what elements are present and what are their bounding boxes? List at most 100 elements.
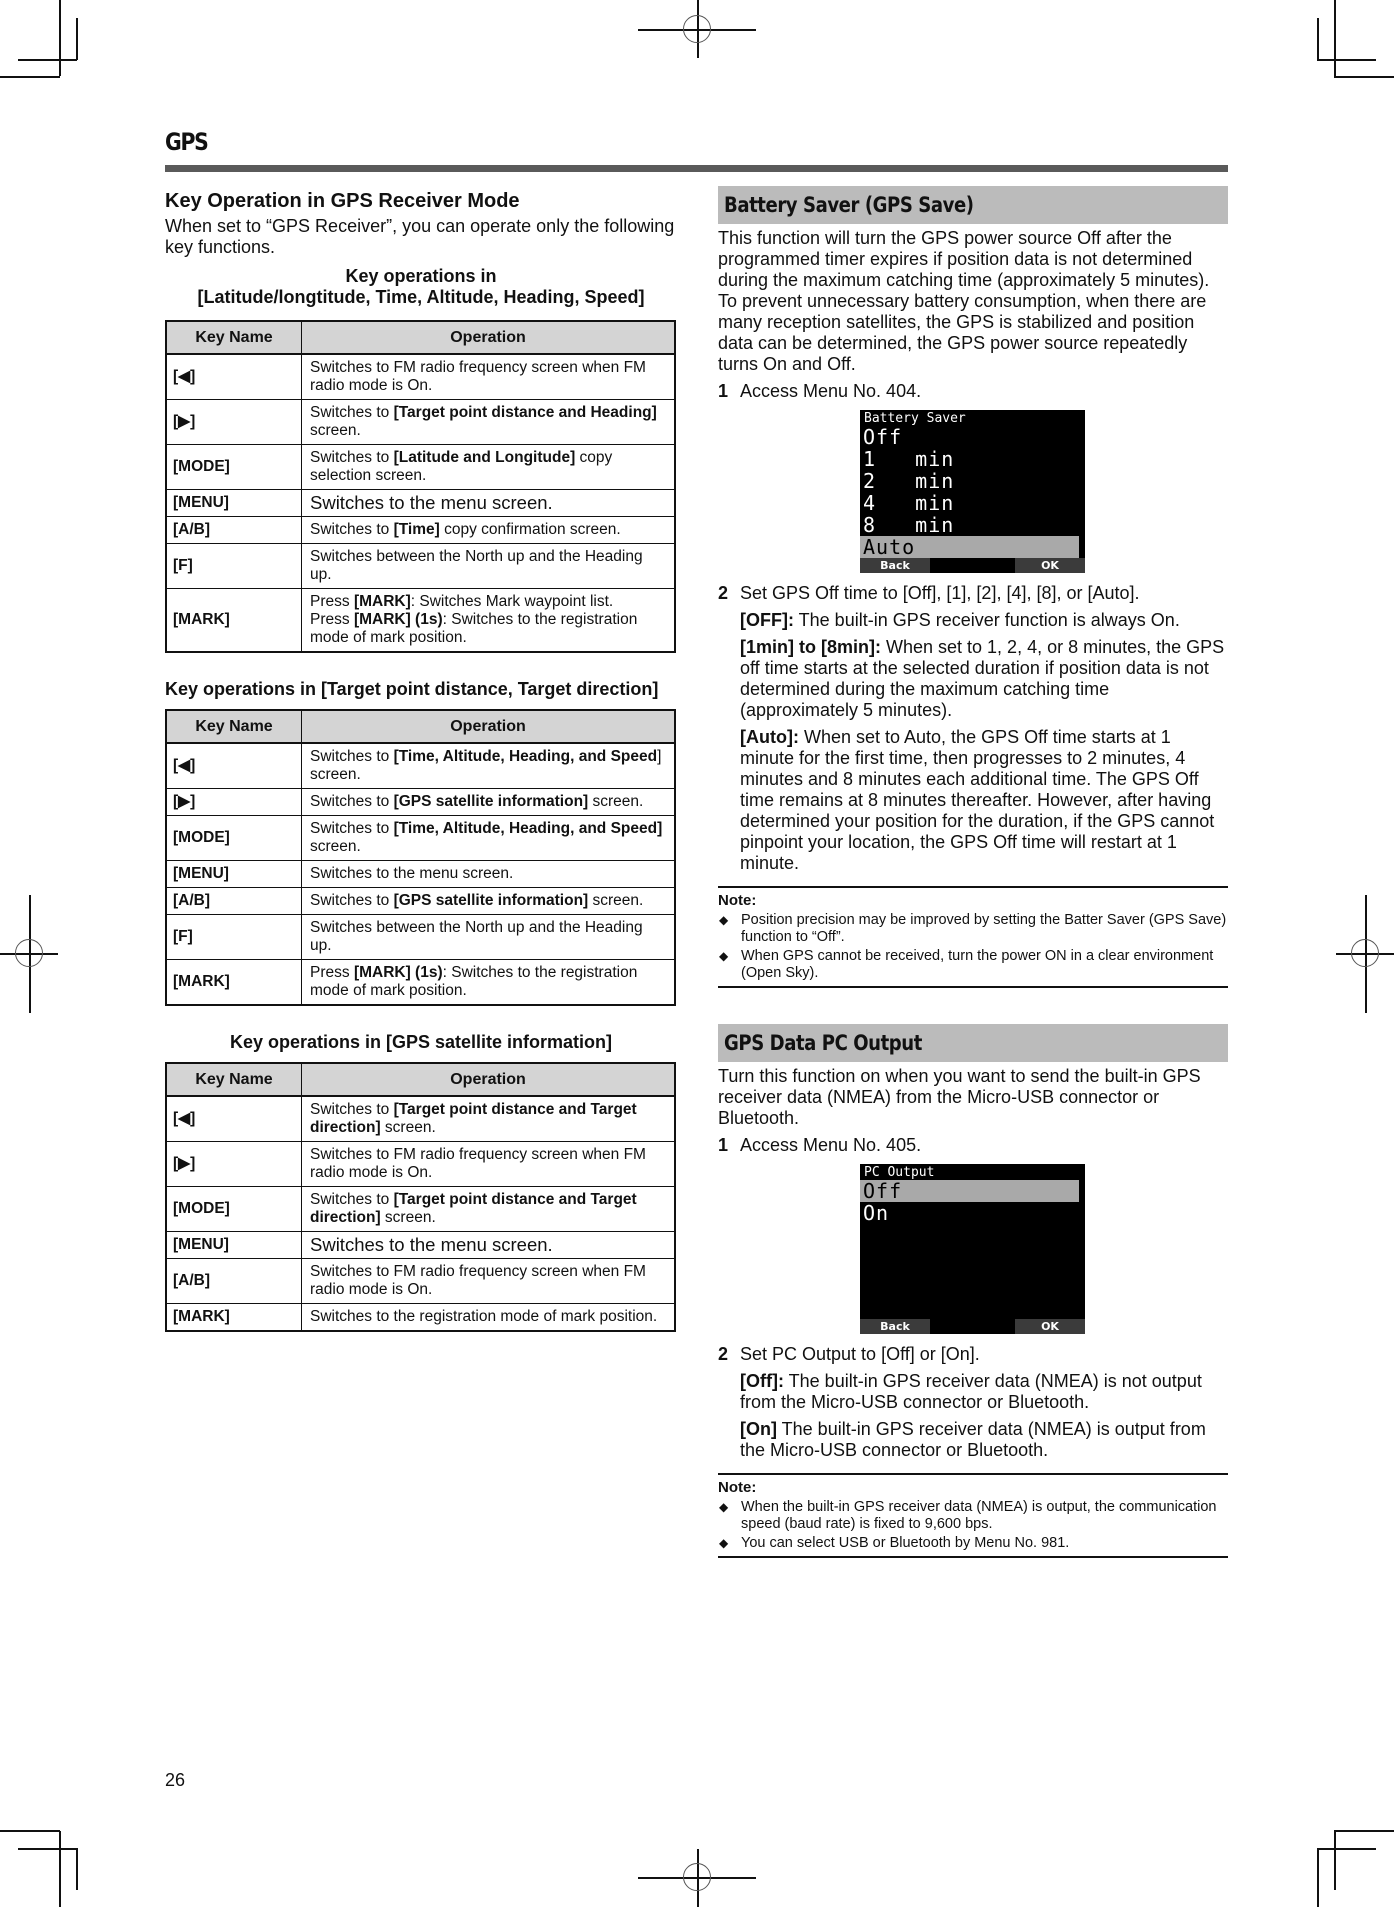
- operation-text: Switches to the menu screen.: [310, 492, 553, 513]
- table-row: [▶] Switches to FM radio frequency screen…: [165, 1141, 676, 1187]
- option-label: [Auto]:: [740, 727, 799, 747]
- operation-cell: Switches to the registration mode of mar…: [301, 1303, 676, 1332]
- diamond-bullet-icon: ◆: [719, 1500, 729, 1514]
- operation-text: Switches to: [310, 449, 394, 466]
- operation-text: Switches to: [310, 404, 394, 421]
- operation-cell: Switches to [Time] copy confirmation scr…: [301, 516, 676, 544]
- option-list: [OFF]: The built-in GPS receiver functio…: [718, 610, 1228, 874]
- option-text: The built-in GPS receiver function is al…: [793, 610, 1180, 630]
- table-caption-line: [Latitude/longtitude, Time, Altitude, He…: [197, 287, 645, 307]
- key-name-cell: [MARK]: [165, 588, 302, 653]
- section-heading: Key Operation in GPS Receiver Mode: [165, 190, 520, 212]
- operation-text: copy confirmation screen.: [439, 521, 621, 538]
- operation-text: Switches to: [310, 892, 394, 909]
- option-label: [Off]:: [740, 1371, 784, 1391]
- diamond-bullet-icon: ◆: [719, 913, 729, 927]
- section-header: GPS Data PC Output: [718, 1024, 1228, 1062]
- lcd-ok-softkey: OK: [1015, 558, 1085, 573]
- lcd-softkeys: Back OK: [860, 558, 1085, 573]
- lcd-menu-item: 1 min: [863, 447, 955, 471]
- key-name-cell: [MENU]: [165, 860, 302, 888]
- step-1: 1 Access Menu No. 405.: [718, 1135, 1228, 1156]
- table-row: [MARK] Press [MARK] (1s): Switches to the…: [165, 959, 676, 1006]
- pc-output-section: GPS Data PC Output Turn this function on…: [718, 1024, 1228, 1558]
- note-list: ◆ Position precision may be improved by s…: [718, 912, 1228, 982]
- step-number: 2: [718, 583, 729, 603]
- key-name-cell: [▶]: [165, 399, 302, 445]
- table-header-row: Key Name Operation: [165, 1062, 676, 1097]
- operation-text: Switches between the North up and the He…: [310, 548, 643, 583]
- table-row: [▶] Switches to [Target point distance an…: [165, 399, 676, 445]
- operation-text: Press: [310, 611, 354, 628]
- column-header-key: Key Name: [165, 709, 302, 744]
- key-operations-table: Key Name Operation [◀] Switches to FM rad…: [165, 320, 676, 653]
- table-caption: Key operations in [Latitude/longtitude, …: [165, 266, 677, 308]
- operation-text: Press: [310, 964, 354, 981]
- key-operations-table: Key Name Operation [◀] Switches to [Time,…: [165, 709, 676, 1006]
- table-caption-line: Key operations in: [345, 266, 497, 286]
- table-row: [MENU] Switches to the menu screen.: [165, 489, 676, 517]
- lcd-menu-item: 8 min: [863, 513, 955, 537]
- column-header-key: Key Name: [165, 1062, 302, 1097]
- operation-cell: Switches between the North up and the He…: [301, 914, 676, 960]
- table-header-row: Key Name Operation: [165, 709, 676, 744]
- operation-text: Switches to the menu screen.: [310, 1234, 553, 1255]
- operation-emphasis: [GPS satellite information]: [393, 793, 589, 810]
- operation-text: screen.: [310, 422, 361, 439]
- operation-text: Switches to FM radio frequency screen wh…: [310, 1263, 646, 1298]
- operation-text: screen.: [380, 1119, 436, 1136]
- key-name-cell: [◀]: [165, 353, 302, 400]
- step-text: Set GPS Off time to [Off], [1], [2], [4]…: [740, 583, 1140, 603]
- table-row: [◀] Switches to [Target point distance an…: [165, 1095, 676, 1142]
- note-box: Note: ◆ Position precision may be improve…: [718, 886, 1228, 988]
- operation-cell: Switches to the menu screen.: [301, 489, 676, 517]
- operation-cell: Switches to FM radio frequency screen wh…: [301, 1258, 676, 1304]
- note-box: Note: ◆ When the built-in GPS receiver da…: [718, 1473, 1228, 1558]
- table-row: [MARK] Switches to the registration mode …: [165, 1303, 676, 1332]
- lcd-menu-item: 2 min: [863, 469, 955, 493]
- operation-text: Switches to: [310, 1191, 394, 1208]
- lcd-back-softkey: Back: [860, 1319, 930, 1334]
- operation-text: Switches to FM radio frequency screen wh…: [310, 1146, 646, 1181]
- key-name-cell: [MODE]: [165, 444, 302, 490]
- table-row: [A/B] Switches to FM radio frequency scre…: [165, 1258, 676, 1304]
- right-column: Battery Saver (GPS Save) This function w…: [718, 186, 1228, 1558]
- table-header-row: Key Name Operation: [165, 320, 676, 355]
- note-title: Note:: [718, 1479, 757, 1496]
- operation-emphasis: [GPS satellite information]: [393, 892, 589, 909]
- operation-cell: Switches to FM radio frequency screen wh…: [301, 1141, 676, 1187]
- operation-emphasis: [MARK] (1s): [353, 611, 443, 628]
- option-description: [On] The built-in GPS receiver data (NME…: [740, 1419, 1228, 1461]
- operation-emphasis: [Time]: [393, 521, 440, 538]
- operation-text: Switches to: [310, 793, 394, 810]
- operation-cell: Switches to FM radio frequency screen wh…: [301, 353, 676, 400]
- diamond-bullet-icon: ◆: [719, 949, 729, 963]
- step-text: Access Menu No. 404.: [740, 381, 922, 401]
- column-header-operation: Operation: [301, 320, 676, 355]
- column-header-key: Key Name: [165, 320, 302, 355]
- key-name-cell: [▶]: [165, 1141, 302, 1187]
- key-name-cell: [F]: [165, 543, 302, 589]
- step-2: 2 Set GPS Off time to [Off], [1], [2], […: [718, 583, 1228, 604]
- table-row: [F] Switches between the North up and the…: [165, 914, 676, 960]
- operation-emphasis: [Target point distance and Heading]: [393, 404, 657, 421]
- table-row: [MENU] Switches to the menu screen.: [165, 1231, 676, 1259]
- operation-emphasis: [Time, Altitude, Heading, and Speed]: [393, 820, 663, 837]
- lcd-menu-item: 4 min: [863, 491, 955, 515]
- step-text: Set PC Output to [Off] or [On].: [740, 1344, 980, 1364]
- table-row: [MODE] Switches to [Target point distance…: [165, 1186, 676, 1232]
- key-name-cell: [◀]: [165, 1095, 302, 1142]
- lcd-softkeys: Back OK: [860, 1319, 1085, 1334]
- note-item: ◆ You can select USB or Bluetooth by Menu…: [718, 1535, 1228, 1552]
- operation-cell: Switches to [Latitude and Longitude] cop…: [301, 444, 676, 490]
- chapter-divider: [165, 165, 1228, 172]
- table-row: [A/B] Switches to [GPS satellite informat…: [165, 887, 676, 915]
- operation-cell: Switches between the North up and the He…: [301, 543, 676, 589]
- option-description: [Off]: The built-in GPS receiver data (N…: [740, 1371, 1228, 1413]
- key-name-cell: [MENU]: [165, 1231, 302, 1259]
- operation-cell: Switches to the menu screen.: [301, 860, 676, 888]
- battery-saver-section: Battery Saver (GPS Save) This function w…: [718, 186, 1228, 988]
- option-text: When set to Auto, the GPS Off time start…: [740, 727, 1215, 873]
- operation-text: screen.: [588, 793, 644, 810]
- lcd-ok-softkey: OK: [1015, 1319, 1085, 1334]
